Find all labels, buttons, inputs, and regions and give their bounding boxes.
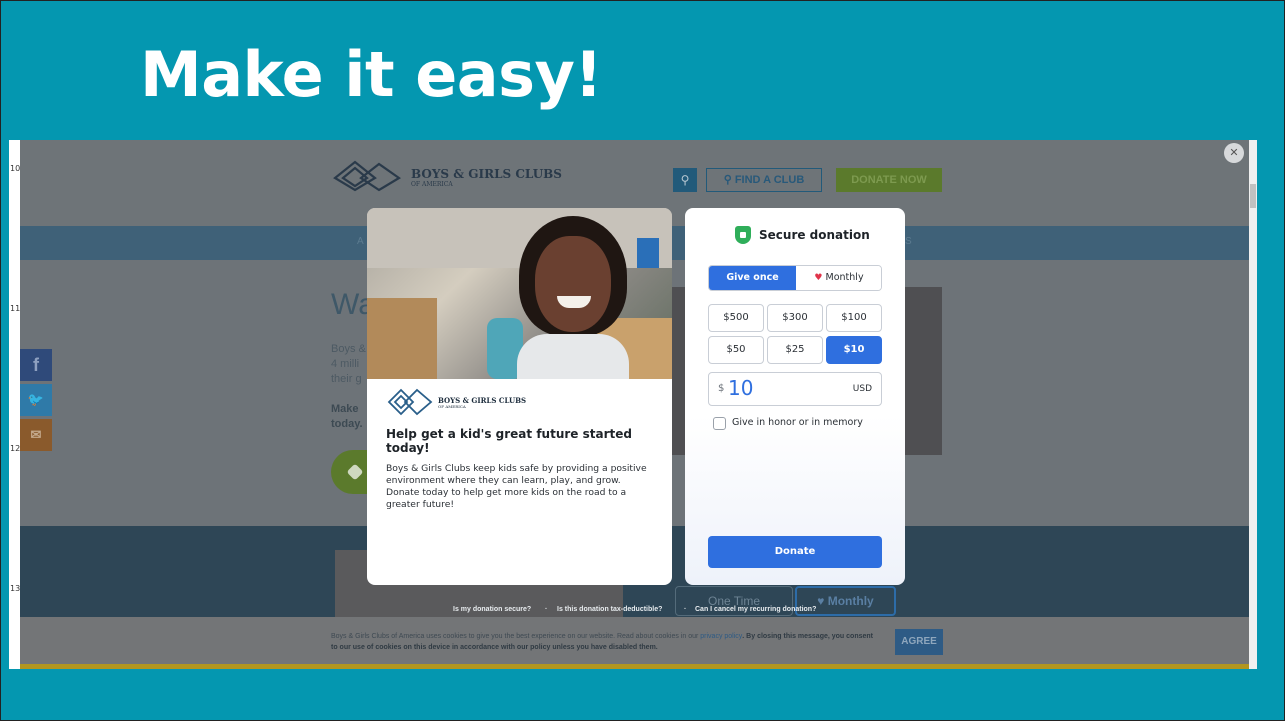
row-number: 13 (10, 584, 21, 593)
facebook-icon[interactable]: f (20, 349, 52, 381)
map-pin-icon: ⚲ (723, 174, 732, 186)
amount-option-100[interactable]: $100 (826, 304, 882, 332)
faq-separator: · (545, 606, 548, 613)
donate-button[interactable]: Donate (708, 536, 882, 568)
site-logo-sub: OF AMERICA (411, 181, 453, 188)
search-icon[interactable]: ⚲ (673, 168, 697, 192)
campaign-logo-icon (387, 388, 433, 416)
site-callout-line: Make (331, 403, 359, 415)
twitter-icon[interactable]: 🐦 (20, 384, 52, 416)
cookie-text-part: Boys & Girls Clubs of America uses cooki… (331, 633, 699, 640)
site-monthly-label: Monthly (827, 594, 874, 608)
amount-option-500[interactable]: $500 (708, 304, 764, 332)
browser-screenshot: BOYS & GIRLS CLUBS OF AMERICA ⚲ ⚲ FIND A… (9, 140, 1257, 669)
amount-option-300[interactable]: $300 (767, 304, 823, 332)
site-paragraph-line: 4 milli (331, 358, 360, 370)
donation-form: Secure donation Give once ♥ Monthly $500… (685, 208, 905, 585)
scrollbar[interactable] (1249, 140, 1257, 669)
heart-icon: ♥ (817, 594, 825, 608)
shield-lock-icon (735, 226, 751, 244)
currency-code[interactable]: USD (853, 384, 872, 394)
site-callout: Make today. (331, 402, 363, 432)
find-a-club-label: FIND A CLUB (734, 174, 805, 186)
email-icon[interactable]: ✉ (20, 419, 52, 451)
faq-link-secure[interactable]: Is my donation secure? (453, 606, 531, 613)
site-callout-line: today. (331, 418, 363, 430)
frequency-toggle: Give once ♥ Monthly (708, 265, 882, 291)
give-once-tab[interactable]: Give once (709, 266, 796, 290)
row-number: 12 (10, 444, 21, 453)
cookie-text: Boys & Girls Clubs of America uses cooki… (331, 631, 879, 653)
close-icon[interactable]: ✕ (1224, 143, 1244, 163)
find-a-club-button[interactable]: ⚲ FIND A CLUB (706, 168, 822, 192)
site-logo-icon (333, 160, 402, 192)
site-yellow-bar (20, 664, 1250, 669)
row-number: 11 (10, 304, 21, 313)
faq-separator: · (684, 606, 687, 613)
campaign-photo (367, 208, 672, 379)
secure-donation-label: Secure donation (759, 228, 870, 242)
amount-option-25[interactable]: $25 (767, 336, 823, 364)
privacy-policy-link[interactable]: privacy policy (700, 633, 742, 640)
site-paragraph: Boys & 4 milli their g (331, 342, 366, 387)
faq-link-tax[interactable]: Is this donation tax-deductible? (557, 606, 662, 613)
amount-input[interactable]: $ 10 USD (708, 372, 882, 406)
site-logo-text: BOYS & GIRLS CLUBS (411, 167, 562, 181)
amount-option-50[interactable]: $50 (708, 336, 764, 364)
amount-option-10[interactable]: $10 (826, 336, 882, 364)
honor-memory-checkbox[interactable] (713, 417, 726, 430)
campaign-description: Boys & Girls Clubs keep kids safe by pro… (386, 463, 647, 510)
monthly-tab-label: Monthly (825, 272, 864, 283)
currency-symbol: $ (718, 383, 725, 394)
slide-title: Make it easy! (140, 38, 603, 111)
heart-icon: ♥ (814, 273, 823, 283)
nav-item-fragment[interactable]: S (905, 236, 912, 247)
honor-memory-label: Give in honor or in memory (732, 417, 863, 428)
campaign-card: BOYS & GIRLS CLUBS OF AMERICA Help get a… (367, 208, 672, 585)
monthly-tab[interactable]: ♥ Monthly (796, 266, 881, 290)
site-paragraph-line: their g (331, 373, 362, 385)
amount-value[interactable]: 10 (728, 376, 753, 400)
row-number: 10 (10, 164, 21, 173)
campaign-logo-sub: OF AMERICA (438, 404, 466, 409)
nav-item-fragment[interactable]: A (357, 236, 364, 247)
agree-button[interactable]: AGREE (895, 629, 943, 655)
faq-link-cancel[interactable]: Can I cancel my recurring donation? (695, 606, 816, 613)
site-paragraph-line: Boys & (331, 343, 366, 355)
scrollbar-thumb[interactable] (1250, 184, 1256, 208)
campaign-heading: Help get a kid's great future started to… (386, 427, 632, 455)
donate-now-button[interactable]: DONATE NOW (836, 168, 942, 192)
